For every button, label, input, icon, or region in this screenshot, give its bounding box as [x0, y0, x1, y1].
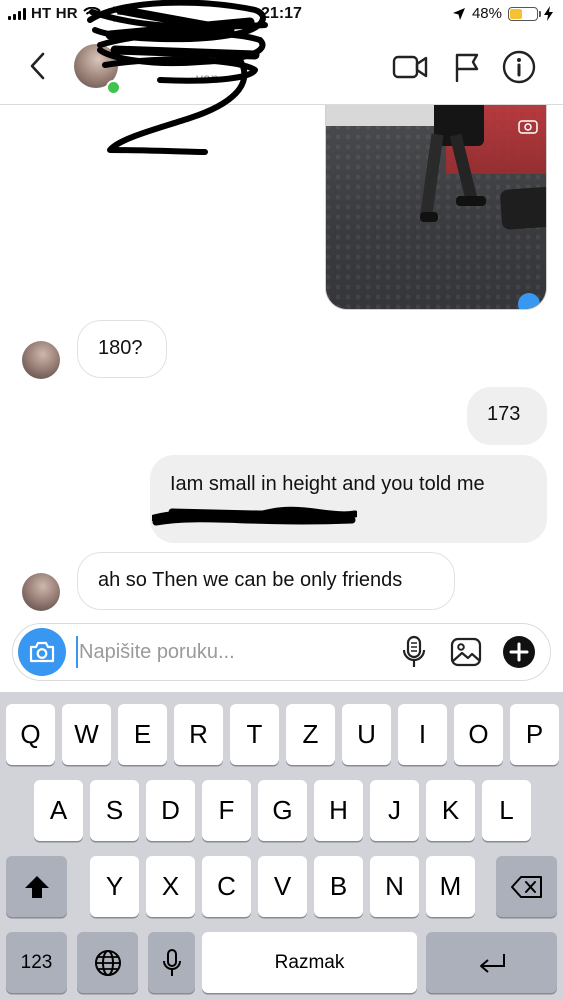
- backspace-icon: [510, 875, 542, 898]
- status-bar: HT HR 21:17 48%: [0, 0, 563, 30]
- back-button[interactable]: [22, 48, 52, 84]
- sender-avatar: [22, 573, 60, 611]
- battery-percent: 48%: [471, 5, 502, 22]
- key-n[interactable]: N: [370, 856, 419, 917]
- key-b[interactable]: B: [314, 856, 363, 917]
- message-composer: [12, 623, 551, 681]
- details-button[interactable]: [501, 50, 537, 84]
- chat-header: van: [0, 30, 563, 105]
- key-v[interactable]: V: [258, 856, 307, 917]
- message-bubble-incoming[interactable]: 180?: [77, 320, 167, 378]
- photo-message[interactable]: [325, 104, 547, 310]
- sender-avatar: [22, 341, 60, 379]
- online-status-dot: [106, 80, 121, 95]
- microphone-icon: [402, 635, 426, 667]
- message-bubble-outgoing[interactable]: Iam small in height and you told me: [150, 455, 547, 543]
- microphone-icon: [162, 948, 181, 976]
- voice-message-button[interactable]: [396, 634, 432, 670]
- key-l[interactable]: L: [482, 780, 531, 841]
- camera-rotate-icon: [518, 120, 538, 134]
- key-s[interactable]: S: [90, 780, 139, 841]
- key-h[interactable]: H: [314, 780, 363, 841]
- camera-icon: [29, 641, 55, 663]
- return-arrow-icon: [479, 953, 505, 973]
- text-caret: [76, 636, 78, 668]
- video-camera-icon: [392, 55, 428, 79]
- more-options-button[interactable]: [501, 634, 537, 670]
- redaction-scribble: [152, 506, 357, 526]
- key-w[interactable]: W: [62, 704, 111, 765]
- seen-indicator: [518, 293, 540, 309]
- key-t[interactable]: T: [230, 704, 279, 765]
- battery-fill: [510, 8, 523, 19]
- message-text: Iam small in height and you told me: [170, 473, 485, 495]
- key-e[interactable]: E: [118, 704, 167, 765]
- key-d[interactable]: D: [146, 780, 195, 841]
- key-i[interactable]: I: [398, 704, 447, 765]
- key-x[interactable]: X: [146, 856, 195, 917]
- keyboard: Q W E R T Z U I O P A S D F G H J K L Y …: [0, 692, 563, 1000]
- image-gallery-icon: [450, 637, 482, 667]
- key-k[interactable]: K: [426, 780, 475, 841]
- backspace-key[interactable]: [496, 856, 557, 917]
- key-m[interactable]: M: [426, 856, 475, 917]
- report-button[interactable]: [449, 50, 485, 84]
- key-a[interactable]: A: [34, 780, 83, 841]
- key-y[interactable]: Y: [90, 856, 139, 917]
- shift-key[interactable]: [6, 856, 67, 917]
- key-o[interactable]: O: [454, 704, 503, 765]
- dictation-key[interactable]: [148, 932, 195, 993]
- shift-arrow-icon: [24, 875, 49, 898]
- status-right: 48%: [452, 5, 553, 22]
- plus-circle-icon: [503, 636, 535, 668]
- numbers-key[interactable]: 123: [6, 932, 67, 993]
- space-key[interactable]: Razmak: [202, 932, 417, 993]
- chevron-left-icon: [30, 52, 45, 80]
- location-arrow-icon: [452, 7, 465, 20]
- video-call-button[interactable]: [392, 50, 428, 84]
- key-c[interactable]: C: [202, 856, 251, 917]
- message-bubble-incoming[interactable]: ah so Then we can be only friends: [77, 552, 455, 610]
- camera-button[interactable]: [18, 628, 66, 676]
- info-icon: [502, 50, 536, 84]
- key-g[interactable]: G: [258, 780, 307, 841]
- globe-icon: [94, 949, 121, 976]
- flag-icon: [455, 53, 479, 82]
- battery-icon: [508, 6, 541, 21]
- key-u[interactable]: U: [342, 704, 391, 765]
- message-input[interactable]: [79, 634, 379, 670]
- contact-subtitle: van: [196, 70, 219, 86]
- gallery-button[interactable]: [448, 634, 484, 670]
- key-j[interactable]: J: [370, 780, 419, 841]
- key-z[interactable]: Z: [286, 704, 335, 765]
- key-q[interactable]: Q: [6, 704, 55, 765]
- return-key[interactable]: [426, 932, 557, 993]
- key-p[interactable]: P: [510, 704, 559, 765]
- key-f[interactable]: F: [202, 780, 251, 841]
- message-bubble-outgoing[interactable]: 173: [467, 387, 547, 445]
- globe-key[interactable]: [77, 932, 138, 993]
- key-r[interactable]: R: [174, 704, 223, 765]
- charging-bolt-icon: [544, 6, 553, 21]
